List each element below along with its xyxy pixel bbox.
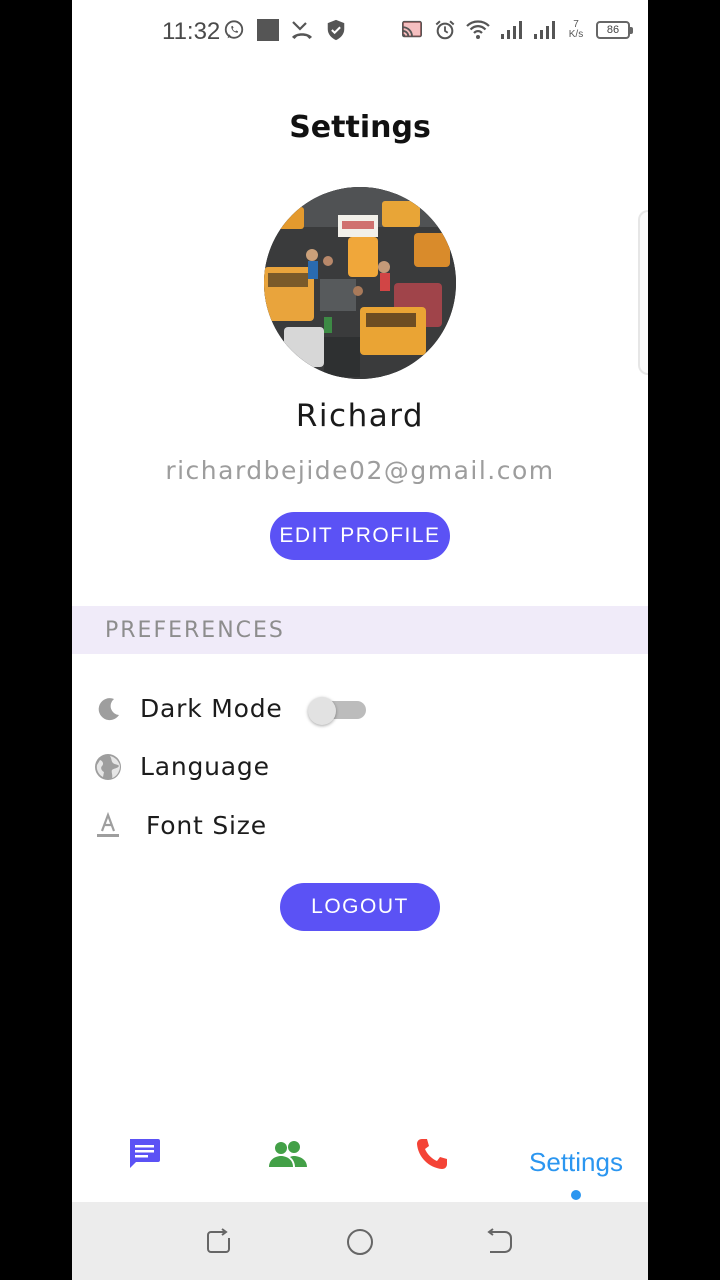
status-right-icons: 7 K/s 86 xyxy=(400,18,633,42)
wifi-icon xyxy=(466,18,490,42)
notification-square-icon xyxy=(256,18,280,42)
setting-row-dark-mode[interactable]: Dark Mode xyxy=(72,685,648,733)
logout-button[interactable]: LOGOUT xyxy=(280,883,440,931)
font-size-icon xyxy=(94,811,122,840)
avatar[interactable] xyxy=(264,187,456,379)
page-title: Settings xyxy=(289,110,431,145)
system-navigation-bar xyxy=(72,1202,648,1280)
profile-email: richardbejide02@gmail.com xyxy=(165,456,555,485)
nav-contacts[interactable] xyxy=(266,1136,310,1176)
side-panel-handle[interactable] xyxy=(638,210,648,375)
preferences-header: PREFERENCES xyxy=(72,606,648,654)
moon-icon xyxy=(94,695,122,723)
toggle-thumb xyxy=(308,697,336,725)
preferences-label: PREFERENCES xyxy=(105,618,285,643)
status-time: 11:32 xyxy=(162,18,221,45)
phone-screen: 11:32 7 K/s 86 Settings Richard richardb… xyxy=(72,0,648,1280)
globe-icon xyxy=(94,753,122,781)
setting-row-language[interactable]: Language xyxy=(72,743,648,791)
profile-name: Richard xyxy=(295,398,425,434)
dark-mode-toggle[interactable] xyxy=(308,697,366,725)
battery-indicator: 86 xyxy=(596,21,633,39)
setting-row-font-size[interactable]: Font Size xyxy=(72,802,648,850)
contacts-icon xyxy=(268,1139,308,1173)
status-left-icons xyxy=(222,18,348,42)
battery-level: 86 xyxy=(606,24,620,36)
signal-icon xyxy=(532,18,556,42)
phone-icon xyxy=(414,1136,450,1176)
font-size-label: Font Size xyxy=(146,811,267,840)
home-icon[interactable] xyxy=(346,1228,374,1256)
chat-icon xyxy=(126,1136,162,1176)
signal-icon xyxy=(499,18,523,42)
recent-apps-icon[interactable] xyxy=(205,1228,233,1256)
cast-icon xyxy=(400,18,424,42)
nav-calls[interactable] xyxy=(410,1136,454,1176)
nav-settings-label: Settings xyxy=(529,1146,623,1177)
nav-chats[interactable] xyxy=(122,1136,166,1176)
language-label: Language xyxy=(140,752,270,781)
alarm-icon xyxy=(433,18,457,42)
nav-settings[interactable]: Settings xyxy=(516,1142,636,1182)
network-speed-unit: K/s xyxy=(568,29,584,40)
bottom-navigation: Settings xyxy=(72,1120,648,1202)
active-tab-indicator xyxy=(571,1190,581,1200)
back-icon[interactable] xyxy=(486,1228,514,1256)
missed-call-icon xyxy=(290,18,314,42)
status-bar: 11:32 7 K/s 86 xyxy=(72,0,648,64)
whatsapp-icon xyxy=(222,18,246,42)
shield-icon xyxy=(324,18,348,42)
edit-profile-button[interactable]: EDIT PROFILE xyxy=(270,512,450,560)
dark-mode-label: Dark Mode xyxy=(140,694,283,723)
network-speed: 7 K/s xyxy=(565,20,587,40)
